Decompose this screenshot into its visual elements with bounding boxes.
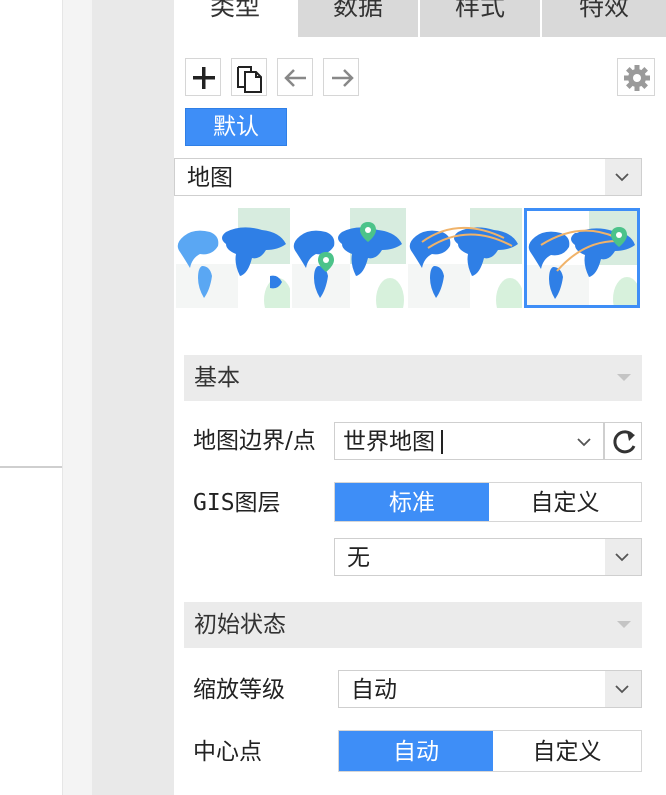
- copy-button[interactable]: [231, 58, 267, 96]
- gis-label: GIS图层: [193, 485, 281, 521]
- text-cursor: [441, 430, 443, 454]
- settings-button[interactable]: [617, 58, 655, 96]
- tab-type[interactable]: 类型: [174, 0, 296, 37]
- center-option-auto[interactable]: 自动: [339, 731, 493, 771]
- zoom-select[interactable]: 自动: [338, 670, 642, 708]
- gis-layer-toggle[interactable]: 标准 自定义: [334, 482, 642, 522]
- chart-type-select[interactable]: 地图: [174, 158, 642, 196]
- add-button[interactable]: [185, 58, 221, 96]
- section-initial-state-header[interactable]: 初始状态: [184, 602, 642, 648]
- arrow-right-icon: [332, 69, 354, 87]
- world-map-pin-icon: [292, 208, 406, 308]
- left-divider: [0, 466, 62, 468]
- gis-layer-value: 无: [347, 545, 370, 571]
- zoom-label: 缩放等级: [193, 677, 285, 703]
- left-background: [0, 0, 62, 795]
- copy-icon: [237, 66, 262, 93]
- section-initial-state-title: 初始状态: [194, 612, 286, 638]
- plus-icon: [193, 67, 215, 89]
- boundary-select[interactable]: 世界地图: [334, 422, 604, 460]
- arrow-left-icon: [284, 69, 306, 87]
- caret-down-icon: [617, 621, 631, 628]
- thumbnail-flow-map[interactable]: [408, 208, 522, 308]
- forward-button[interactable]: [323, 58, 359, 96]
- chart-type-value: 地图: [187, 165, 233, 191]
- thumbnail-region-map[interactable]: [176, 208, 290, 308]
- thumbnail-flow-point-map[interactable]: [524, 208, 640, 308]
- zoom-value: 自动: [351, 677, 397, 703]
- thumbnail-point-map[interactable]: [292, 208, 406, 308]
- world-map-icon: [176, 208, 290, 308]
- tab-style[interactable]: 样式: [420, 0, 540, 37]
- center-label: 中心点: [193, 739, 262, 765]
- chevron-down-icon[interactable]: [605, 159, 641, 195]
- left-gutter: [62, 0, 92, 795]
- boundary-value: 世界地图: [343, 429, 435, 455]
- gis-layer-select[interactable]: 无: [334, 538, 642, 576]
- tab-data[interactable]: 数据: [298, 0, 418, 37]
- chevron-down-icon[interactable]: [567, 423, 603, 459]
- back-button[interactable]: [277, 58, 313, 96]
- world-map-flow-icon: [408, 208, 522, 308]
- chevron-down-icon[interactable]: [605, 671, 641, 707]
- gis-label-text: GIS图层: [193, 490, 281, 516]
- panel-gap: [92, 0, 174, 795]
- gis-option-standard[interactable]: 标准: [335, 483, 489, 521]
- caret-down-icon: [617, 374, 631, 381]
- refresh-button[interactable]: [604, 422, 642, 460]
- refresh-icon: [613, 430, 636, 454]
- section-basic-header[interactable]: 基本: [184, 355, 642, 401]
- gis-option-custom[interactable]: 自定义: [489, 483, 641, 521]
- center-option-custom[interactable]: 自定义: [493, 731, 641, 771]
- chevron-down-icon[interactable]: [605, 539, 641, 575]
- boundary-label: 地图边界/点: [193, 428, 316, 454]
- default-badge[interactable]: 默认: [185, 108, 287, 146]
- tab-effects[interactable]: 特效: [542, 0, 666, 37]
- section-basic-title: 基本: [194, 365, 240, 391]
- center-point-toggle[interactable]: 自动 自定义: [338, 730, 642, 772]
- world-map-flow-pin-icon: [527, 211, 637, 305]
- gear-icon: [624, 65, 650, 91]
